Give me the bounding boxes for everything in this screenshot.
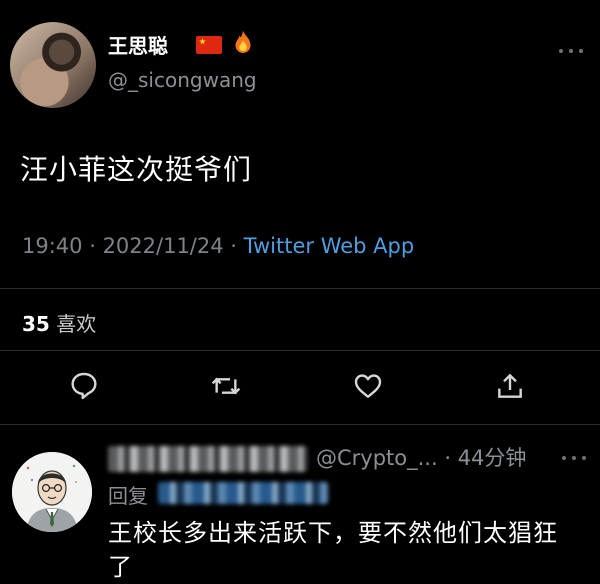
tweet-source-link[interactable]: Twitter Web App (244, 234, 415, 258)
likes-count: 35 (22, 312, 50, 336)
cartoon-avatar-icon (12, 452, 92, 532)
tweet-date[interactable]: 2022/11/24 (103, 234, 224, 258)
tweet-text: 汪小菲这次挺爷们 (20, 153, 253, 186)
china-flag-icon (196, 36, 222, 54)
share-icon[interactable] (494, 370, 526, 402)
fire-icon (235, 30, 251, 53)
tweet-meta: 19:40 · 2022/11/24 · Twitter Web App (22, 234, 414, 258)
reply-more-options-icon[interactable] (560, 452, 588, 464)
retweet-icon[interactable] (210, 370, 242, 402)
meta-separator: · (223, 234, 244, 258)
more-options-icon[interactable] (556, 44, 586, 58)
author-handle[interactable]: @_sicongwang (108, 68, 257, 92)
likes-label: 喜欢 (56, 312, 97, 336)
divider (0, 424, 600, 425)
author-avatar[interactable] (10, 22, 96, 108)
reply-icon[interactable] (68, 370, 100, 402)
tweet-time[interactable]: 19:40 (22, 234, 83, 258)
reply-mention-redacted (158, 482, 328, 504)
author-display-name[interactable]: 王思聪 (108, 30, 168, 59)
divider (0, 350, 600, 351)
reply-author-avatar[interactable] (12, 452, 92, 532)
reply-handle-and-time[interactable]: @Crypto_... · 44分钟 (316, 442, 526, 472)
meta-separator: · (82, 234, 103, 258)
divider (0, 288, 600, 289)
like-icon[interactable] (352, 370, 384, 402)
likes-stat[interactable]: 35 喜欢 (22, 308, 96, 337)
reply-text: 王校长多出来活跃下，要不然他们太猖狂了 (108, 519, 558, 581)
reply-author-name-redacted (108, 446, 308, 472)
replying-to-label: 回复 (108, 484, 148, 508)
